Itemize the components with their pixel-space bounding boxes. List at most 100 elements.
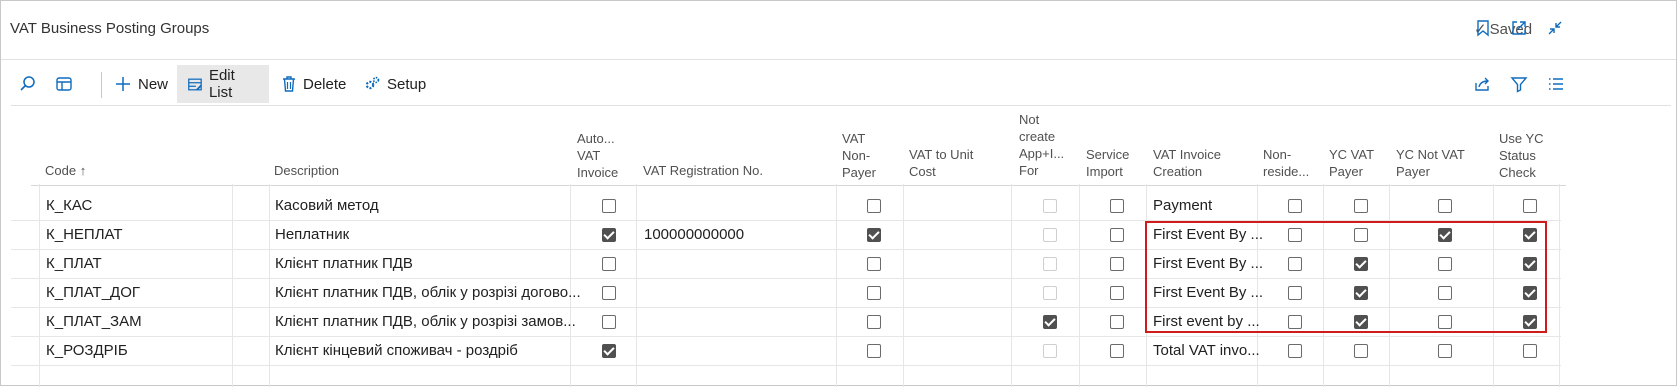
vat-non-payer-checkbox[interactable] [867,286,881,300]
service-import-checkbox[interactable] [1110,286,1124,300]
layout-icon [56,77,72,91]
service-import-checkbox[interactable] [1110,315,1124,329]
yc-vat-payer-checkbox[interactable] [1354,228,1368,242]
column-header-code[interactable]: Code ↑ [45,162,86,179]
yc-vat-payer-checkbox[interactable] [1354,257,1368,271]
setup-button[interactable]: Setup [363,65,426,103]
vat-non-payer-checkbox[interactable] [867,228,881,242]
column-header-use-yc-status-check[interactable]: Use YC Status Check [1499,130,1544,181]
open-in-new-window-icon[interactable] [1510,19,1528,37]
auto-vat-invoice-checkbox[interactable] [602,286,616,300]
auto-vat-invoice-checkbox[interactable] [602,344,616,358]
new-button-label: New [138,75,169,93]
edit-list-button[interactable]: Edit List [177,65,269,103]
header-line: Import [1086,164,1123,179]
table-row[interactable]: К_НЕПЛАТ Неплатник 100000000000 First Event… [11,220,1561,250]
non-resident-checkbox[interactable] [1288,315,1302,329]
header-line: Non- [842,148,871,163]
yc-not-vat-payer-checkbox[interactable] [1438,315,1452,329]
not-create-app-checkbox [1043,257,1057,271]
yc-vat-payer-checkbox[interactable] [1354,199,1368,213]
service-import-checkbox[interactable] [1110,344,1124,358]
code-cell[interactable]: К_РОЗДРІБ [46,336,128,365]
list-view-button[interactable] [1547,65,1571,103]
non-resident-checkbox[interactable] [1288,257,1302,271]
column-header-vat-to-unit-cost[interactable]: VAT to Unit Cost [909,146,973,180]
code-cell[interactable]: К_ПЛАТ_ЗАМ [46,307,142,336]
header-line: Creation [1153,164,1203,179]
header-line: Payer [1329,164,1363,179]
column-header-yc-vat-payer[interactable]: YC VAT Payer [1329,146,1374,180]
vat-non-payer-checkbox[interactable] [867,199,881,213]
table-row[interactable]: К_ПЛАТ_ДОГ Клієнт платник ПДВ, облік у ро… [11,278,1561,308]
header-line: Invoice [577,165,619,180]
use-yc-status-check-checkbox[interactable] [1523,228,1537,242]
yc-not-vat-payer-checkbox[interactable] [1438,286,1452,300]
table-row[interactable]: К_ПЛАТ Клієнт платник ПДВ First Event By .… [11,249,1561,279]
vat-invoice-creation-cell: First Event By ... [1153,255,1264,272]
trash-icon [283,76,295,92]
header-line: Payer [1396,164,1430,179]
use-yc-status-check-checkbox[interactable] [1523,257,1537,271]
share-button[interactable] [1473,65,1497,103]
new-button[interactable]: New [114,65,168,103]
auto-vat-invoice-checkbox[interactable] [602,199,616,213]
yc-not-vat-payer-checkbox[interactable] [1438,199,1452,213]
yc-vat-payer-checkbox[interactable] [1354,344,1368,358]
use-yc-status-check-checkbox[interactable] [1523,315,1537,329]
code-cell[interactable]: К_ПЛАТ [46,249,102,278]
column-header-vat-invoice-creation[interactable]: VAT Invoice Creation [1153,146,1221,180]
service-import-checkbox[interactable] [1110,199,1124,213]
use-yc-status-check-checkbox[interactable] [1523,286,1537,300]
non-resident-checkbox[interactable] [1288,228,1302,242]
code-cell[interactable]: К_ПЛАТ_ДОГ [46,278,140,307]
auto-vat-invoice-checkbox[interactable] [602,228,616,242]
column-header-non-resident[interactable]: Non- reside... [1263,146,1309,180]
header-line: Cost [909,164,936,179]
service-import-checkbox[interactable] [1110,257,1124,271]
layout-button[interactable] [55,65,79,103]
column-header-description[interactable]: Description [274,162,339,179]
delete-button[interactable]: Delete [281,65,346,103]
not-create-app-checkbox [1043,286,1057,300]
vat-non-payer-checkbox[interactable] [867,315,881,329]
yc-vat-payer-checkbox[interactable] [1354,315,1368,329]
column-header-auto-vat-invoice[interactable]: Auto... VAT Invoice [577,130,618,181]
non-resident-checkbox[interactable] [1288,344,1302,358]
column-header-vat-registration-no[interactable]: VAT Registration No. [643,162,763,179]
table-row[interactable]: К_КАС Касовий метод Payment [11,191,1561,221]
column-header-vat-non-payer[interactable]: VAT Non- Payer [842,130,876,181]
non-resident-checkbox[interactable] [1288,199,1302,213]
filter-button[interactable] [1510,65,1534,103]
column-header-service-import[interactable]: Service Import [1086,146,1129,180]
use-yc-status-check-checkbox[interactable] [1523,344,1537,358]
use-yc-status-check-checkbox[interactable] [1523,199,1537,213]
bookmark-icon[interactable] [1474,19,1492,37]
header-line: Check [1499,165,1536,180]
table-row[interactable]: К_ПЛАТ_ЗАМ Клієнт платник ПДВ, облік у ро… [11,307,1561,337]
description-cell: Касовий метод [275,197,379,214]
collapse-icon[interactable] [1546,19,1564,37]
yc-not-vat-payer-checkbox[interactable] [1438,344,1452,358]
not-create-app-checkbox [1043,228,1057,242]
vat-non-payer-checkbox[interactable] [867,257,881,271]
search-button[interactable] [19,65,43,103]
service-import-checkbox[interactable] [1110,228,1124,242]
yc-vat-payer-checkbox[interactable] [1354,286,1368,300]
non-resident-checkbox[interactable] [1288,286,1302,300]
code-cell[interactable]: К_НЕПЛАТ [46,220,123,249]
column-header-yc-not-vat-payer[interactable]: YC Not VAT Payer [1396,146,1465,180]
auto-vat-invoice-checkbox[interactable] [602,257,616,271]
code-cell[interactable]: К_КАС [46,191,92,220]
action-bar: New Edit List Delete Setup [11,65,1671,106]
sort-ascending-icon: ↑ [79,163,87,178]
vat-non-payer-checkbox[interactable] [867,344,881,358]
header-line: YC VAT [1329,147,1375,162]
header-line: VAT [577,148,601,163]
yc-not-vat-payer-checkbox[interactable] [1438,257,1452,271]
table-row[interactable]: К_РОЗДРІБ Клієнт кінцевий споживач - розд… [11,336,1561,366]
header-line: YC Not VAT [1396,147,1465,162]
auto-vat-invoice-checkbox[interactable] [602,315,616,329]
yc-not-vat-payer-checkbox[interactable] [1438,228,1452,242]
column-header-not-create-app[interactable]: Not create App+I... For [1019,111,1064,179]
